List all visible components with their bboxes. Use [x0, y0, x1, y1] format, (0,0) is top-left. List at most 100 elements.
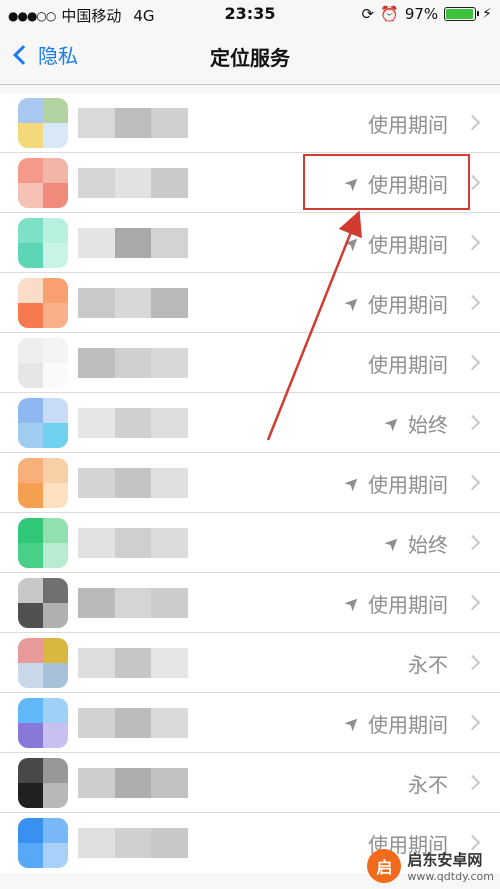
location-arrow-icon: ➤	[339, 590, 366, 617]
app-icon-tile	[18, 338, 43, 363]
app-icon-tile	[18, 638, 43, 663]
page-title: 定位服务	[210, 46, 290, 70]
blur-block	[151, 348, 189, 378]
app-row[interactable]: ➤ 使用期间	[0, 273, 500, 333]
chevron-right-icon	[464, 414, 481, 431]
status-bar: ●●●○○ 中国移动 4G 23:35 ⟳ ⏰ 97% ⚡	[0, 0, 500, 28]
status-label: 使用期间	[368, 173, 448, 197]
rotation-lock-icon: ⟳	[361, 5, 375, 23]
location-permission-status: ➤ 使用期间	[340, 469, 448, 498]
app-icon-tile	[43, 818, 68, 843]
location-arrow-icon: ➤	[339, 290, 366, 317]
app-row[interactable]: ➤ 始终	[0, 393, 500, 453]
app-icon-tile	[18, 218, 43, 243]
app-row[interactable]: ➤ 使用期间	[0, 213, 500, 273]
app-icon	[18, 698, 68, 748]
watermark: 启 启东安卓网 www.qdtdy.com	[367, 849, 494, 883]
blur-block	[78, 588, 115, 618]
app-icon-tile	[43, 123, 68, 148]
app-icon-tile	[43, 303, 68, 328]
blur-block	[78, 648, 115, 678]
app-icon	[18, 458, 68, 508]
blur-block	[151, 408, 189, 438]
app-icon-tile	[18, 543, 43, 568]
app-icon-tile	[43, 218, 68, 243]
app-icon-tile	[43, 603, 68, 628]
location-permission-status: ➤ 使用期间	[340, 709, 448, 738]
app-icon-tile	[43, 423, 68, 448]
app-name-blurred	[78, 708, 189, 738]
app-name-blurred	[78, 288, 189, 318]
chevron-right-icon	[464, 354, 481, 371]
blur-block	[78, 348, 115, 378]
blur-block	[151, 648, 189, 678]
blur-block	[114, 168, 152, 198]
app-icon-tile	[43, 483, 68, 508]
navigation-bar: 隐私 定位服务	[0, 28, 500, 85]
app-name-blurred	[78, 168, 189, 198]
app-icon-tile	[43, 398, 68, 423]
blur-block	[114, 348, 152, 378]
blur-block	[151, 168, 189, 198]
app-row[interactable]: 使用期间	[0, 93, 500, 153]
chevron-right-icon	[464, 654, 481, 671]
app-name-blurred	[78, 828, 189, 858]
watermark-title: 启东安卓网	[407, 851, 483, 869]
location-arrow-icon: ➤	[339, 710, 366, 737]
app-icon-tile	[43, 783, 68, 808]
app-icon-tile	[43, 158, 68, 183]
app-name-blurred	[78, 768, 189, 798]
app-row[interactable]: ➤ 使用期间	[0, 693, 500, 753]
location-arrow-icon: ➤	[339, 230, 366, 257]
app-icon	[18, 98, 68, 148]
app-icon	[18, 158, 68, 208]
app-row[interactable]: ➤ 使用期间	[0, 573, 500, 633]
chevron-right-icon	[464, 114, 481, 131]
app-icon	[18, 398, 68, 448]
blur-block	[114, 108, 152, 138]
blur-block	[114, 228, 152, 258]
app-icon-tile	[18, 398, 43, 423]
app-name-blurred	[78, 228, 189, 258]
watermark-url: www.qdtdy.com	[407, 870, 494, 883]
app-row[interactable]: 使用期间	[0, 333, 500, 393]
status-label: 始终	[408, 533, 448, 557]
location-arrow-icon: ➤	[339, 170, 366, 197]
app-row[interactable]: 永不	[0, 633, 500, 693]
status-label: 使用期间	[368, 713, 448, 737]
app-icon-tile	[18, 278, 43, 303]
location-arrow-icon: ➤	[379, 530, 406, 557]
location-permission-status: ➤ 使用期间	[340, 229, 448, 258]
blur-block	[78, 168, 115, 198]
chevron-right-icon	[464, 594, 481, 611]
app-name-blurred	[78, 348, 189, 378]
app-icon-tile	[43, 578, 68, 603]
app-icon	[18, 278, 68, 328]
app-row[interactable]: 永不	[0, 753, 500, 813]
app-row[interactable]: ➤ 始终	[0, 513, 500, 573]
app-icon-tile	[18, 783, 43, 808]
location-permission-status: 使用期间	[368, 109, 448, 138]
blur-block	[151, 708, 189, 738]
app-icon-tile	[43, 338, 68, 363]
app-icon-tile	[43, 518, 68, 543]
app-name-blurred	[78, 408, 189, 438]
blur-block	[78, 288, 115, 318]
blur-block	[151, 288, 189, 318]
app-row[interactable]: ➤ 使用期间	[0, 453, 500, 513]
app-icon-tile	[18, 698, 43, 723]
status-label: 永不	[408, 653, 448, 677]
app-icon-tile	[43, 243, 68, 268]
status-label: 始终	[408, 413, 448, 437]
watermark-logo: 启	[367, 849, 402, 883]
blur-block	[78, 828, 115, 858]
battery-percent: 97%	[404, 5, 439, 23]
status-label: 使用期间	[368, 293, 448, 317]
app-row[interactable]: ➤ 使用期间	[0, 153, 500, 213]
location-permission-status: ➤ 使用期间	[340, 589, 448, 618]
app-name-blurred	[78, 108, 189, 138]
location-permission-status: 永不	[408, 649, 448, 678]
blur-block	[114, 408, 152, 438]
chevron-right-icon	[464, 714, 481, 731]
app-icon-tile	[18, 723, 43, 748]
